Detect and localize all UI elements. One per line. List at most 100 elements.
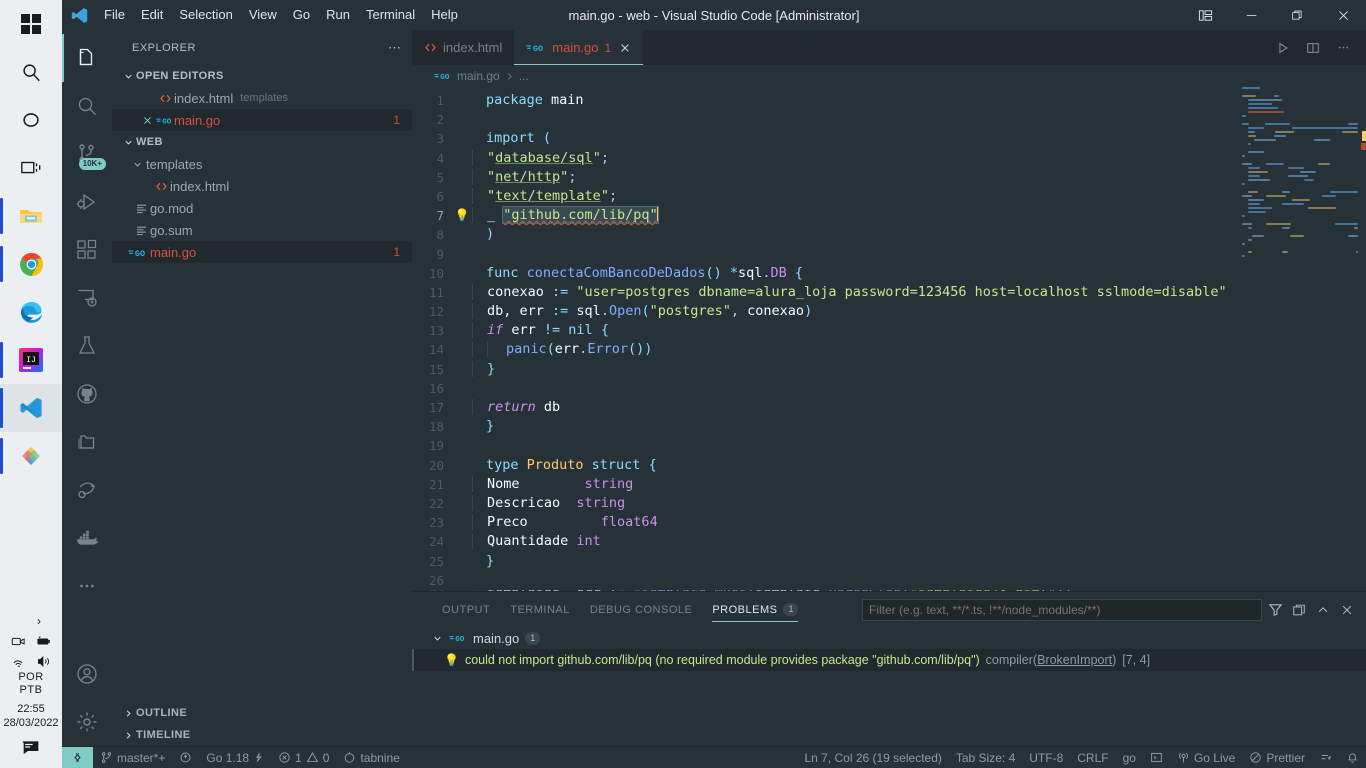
remote-window-button[interactable] <box>62 746 93 768</box>
filter-icon[interactable] <box>1264 599 1286 621</box>
status-go-live[interactable]: Go Live <box>1170 747 1242 768</box>
menu-go[interactable]: Go <box>285 4 318 26</box>
tree-item-templates[interactable]: templates <box>112 153 412 175</box>
problems-filter-input[interactable] <box>862 598 1262 621</box>
activity-explorer[interactable] <box>62 34 112 82</box>
split-editor-button[interactable] <box>1300 30 1326 65</box>
status-cursor-position[interactable]: Ln 7, Col 26 (19 selected) <box>797 747 948 768</box>
problem-source-link[interactable]: BrokenImport <box>1037 653 1112 667</box>
activity-project-manager[interactable] <box>62 418 112 466</box>
status-sync[interactable] <box>172 747 199 768</box>
customize-layout-button[interactable] <box>1182 0 1228 30</box>
code-line[interactable]: 6 "text/template"; <box>412 187 1366 206</box>
status-tabnine[interactable]: tabnine <box>336 747 406 768</box>
lightbulb-icon[interactable]: 💡 <box>452 206 472 225</box>
code-line[interactable]: 26 <box>412 571 1366 590</box>
status-live-share[interactable] <box>1312 747 1339 768</box>
menu-terminal[interactable]: Terminal <box>358 4 423 26</box>
breadcrumb-file[interactable]: main.go <box>457 69 500 83</box>
chevron-right-icon[interactable]: › <box>37 614 41 628</box>
panel-tab-problems[interactable]: PROBLEMS 1 <box>702 592 808 627</box>
menu-help[interactable]: Help <box>423 4 466 26</box>
code-line[interactable]: 18} <box>412 417 1366 436</box>
explorer-more-actions-icon[interactable]: ⋯ <box>388 40 402 56</box>
close-window-button[interactable] <box>1320 0 1366 30</box>
taskbar-file-explorer-button[interactable] <box>0 192 62 240</box>
activity-manage-settings[interactable] <box>62 698 112 746</box>
minimize-button[interactable] <box>1228 0 1274 30</box>
menu-run[interactable]: Run <box>318 4 358 26</box>
tab-main-go[interactable]: GO main.go 1 <box>514 30 644 65</box>
code-line[interactable]: 9 <box>412 245 1366 264</box>
code-line[interactable]: 21 Nome string <box>412 475 1366 494</box>
menu-view[interactable]: View <box>241 4 285 26</box>
language-indicator-2[interactable]: PTB <box>20 684 43 697</box>
panel-tab-output[interactable]: OUTPUT <box>432 592 500 627</box>
activity-github[interactable] <box>62 370 112 418</box>
status-encoding[interactable]: UTF-8 <box>1022 747 1070 768</box>
collapse-panel-icon[interactable] <box>1312 599 1334 621</box>
tree-item-go-mod[interactable]: go.mod <box>112 197 412 219</box>
status-branch[interactable]: master*+ <box>93 747 172 768</box>
outline-section-header[interactable]: OUTLINE <box>112 702 412 724</box>
status-notifications[interactable] <box>1339 747 1366 768</box>
code-line[interactable]: 10 func conectaComBancoDeDados() *sql.DB … <box>412 264 1366 283</box>
taskbar-search-button[interactable] <box>0 48 62 96</box>
code-line[interactable]: 20 type Produto struct { <box>412 456 1366 475</box>
activity-live-share[interactable] <box>62 466 112 514</box>
status-go-version[interactable]: Go 1.18 <box>199 747 271 768</box>
status-prettier[interactable]: Prettier <box>1242 747 1312 768</box>
chevron-down-icon[interactable] <box>432 633 443 644</box>
code-line[interactable]: 3 import ( <box>412 129 1366 148</box>
code-line[interactable]: 22 Descricao string <box>412 494 1366 513</box>
code-line[interactable]: 11 conexao := "user=postgres dbname=alura… <box>412 283 1366 302</box>
activity-source-control[interactable]: 10K+ <box>62 130 112 178</box>
taskbar-vscode-button[interactable] <box>0 384 62 432</box>
activity-more-views[interactable] <box>62 562 112 610</box>
notifications-button[interactable] <box>20 730 42 764</box>
open-editor-index-html[interactable]: index.html templates <box>112 87 412 109</box>
breadcrumb[interactable]: GO main.go ... <box>412 65 1366 87</box>
status-eol[interactable]: CRLF <box>1070 747 1115 768</box>
language-indicator-1[interactable]: POR <box>18 671 43 684</box>
taskbar-task-view-button[interactable] <box>0 144 62 192</box>
activity-accounts[interactable] <box>62 650 112 698</box>
code-line[interactable]: 7 💡 _ "github.com/lib/pq" <box>412 206 1366 225</box>
code-line[interactable]: 25} <box>412 552 1366 571</box>
close-panel-icon[interactable] <box>1336 599 1358 621</box>
tree-item-index-html[interactable]: index.html <box>112 175 412 197</box>
workspace-section-header[interactable]: WEB <box>112 131 412 153</box>
taskbar-cortana-button[interactable] <box>0 96 62 144</box>
code-line[interactable]: 13 if err != nil { <box>412 321 1366 340</box>
breadcrumb-symbol[interactable]: ... <box>519 69 529 83</box>
timeline-section-header[interactable]: TIMELINE <box>112 724 412 746</box>
tree-item-main-go[interactable]: GO main.go 1 <box>112 241 412 263</box>
code-line[interactable]: 24 Quantidade int <box>412 532 1366 551</box>
code-line[interactable]: 12 db, err := sql.Open("postgres", conexa… <box>412 302 1366 321</box>
tree-item-go-sum[interactable]: go.sum <box>112 219 412 241</box>
code-line[interactable]: 1 package main <box>412 91 1366 110</box>
code-line[interactable]: 23 Preco float64 <box>412 513 1366 532</box>
status-problems[interactable]: 1 0 <box>271 747 336 768</box>
clock-date[interactable]: 28/03/2022 <box>3 716 58 730</box>
problems-file-row[interactable]: GO main.go 1 <box>412 627 1366 649</box>
more-editor-actions-button[interactable] <box>1330 30 1356 65</box>
open-editors-section-header[interactable]: OPEN EDITORS <box>112 65 412 87</box>
view-as-table-icon[interactable] <box>1288 599 1310 621</box>
maximize-button[interactable] <box>1274 0 1320 30</box>
problem-row[interactable]: 💡 could not import github.com/lib/pq (no… <box>412 649 1366 671</box>
menu-edit[interactable]: Edit <box>133 4 171 26</box>
activity-run-and-debug[interactable] <box>62 178 112 226</box>
menu-selection[interactable]: Selection <box>171 4 240 26</box>
panel-tab-debug-console[interactable]: DEBUG CONSOLE <box>580 592 702 627</box>
activity-search[interactable] <box>62 82 112 130</box>
code-line[interactable]: 17 return db <box>412 398 1366 417</box>
activity-remote-explorer[interactable] <box>62 274 112 322</box>
code-line[interactable]: 16 <box>412 379 1366 398</box>
status-language-mode[interactable]: go <box>1116 747 1143 768</box>
code-editor[interactable]: 1 package main 2 3 import (4 "database/sql"; 5… <box>412 87 1366 591</box>
activity-extensions[interactable] <box>62 226 112 274</box>
activity-testing[interactable] <box>62 322 112 370</box>
code-line[interactable]: 27 templates, err := "template.Must(templ… <box>412 589 1366 591</box>
close-icon[interactable] <box>138 115 156 126</box>
